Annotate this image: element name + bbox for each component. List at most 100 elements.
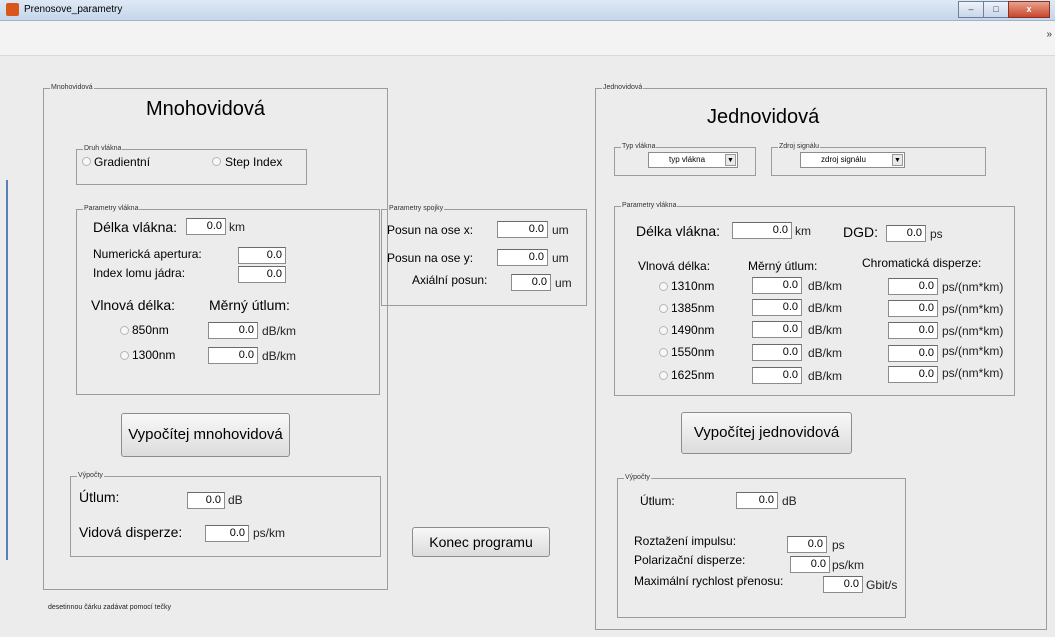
signal-source-legend: Zdroj signálu [778,142,821,152]
singlemode-result-attenuation-unit: dB [782,494,797,508]
dgd-input[interactable]: 0.0 [886,225,926,242]
fiber-type-select[interactable]: typ vlákna ▼ [648,152,738,168]
shift-x-unit: um [552,223,569,237]
polarization-dispersion-output: 0.0 [790,556,830,573]
singlemode-panel-legend: Jednovidová [602,83,644,93]
multimode-result-attenuation-output: 0.0 [187,492,225,509]
attenuation-1385nm-unit: dB/km [808,301,843,315]
axial-shift-input[interactable]: 0.0 [511,274,551,291]
attenuation-1625nm-unit: dB/km [808,369,843,383]
decimal-point-note: desetinnou čárku zadávat pomocí tečky [48,604,171,611]
numerical-aperture-label: Numerická apertura: [93,247,202,261]
singlemode-length-input[interactable]: 0.0 [732,222,792,239]
shift-x-input[interactable]: 0.0 [497,221,548,238]
radio-1385nm[interactable] [659,304,668,313]
max-bitrate-output: 0.0 [823,576,863,593]
radio-1310nm-label: 1310nm [671,279,715,293]
attenuation-1490nm-unit: dB/km [808,323,843,337]
singlemode-fiber-type-legend: Typ vlákna [621,142,657,152]
signal-source-select-value: zdroj signálu [821,155,866,164]
multimode-results-legend: Výpočty [77,471,104,481]
multimode-wavelength-header: Vlnová délka: [91,297,176,313]
dispersion-1310nm-unit: ps/(nm*km) [942,280,1004,294]
multimode-length-input[interactable]: 0.0 [186,218,226,235]
attenuation-1490nm-input[interactable]: 0.0 [752,321,802,338]
radio-1550nm[interactable] [659,348,668,357]
attenuation-1310nm-input[interactable]: 0.0 [752,277,802,294]
attenuation-1550nm-input[interactable]: 0.0 [752,344,802,361]
core-index-input[interactable]: 0.0 [238,266,286,283]
radio-1625nm[interactable] [659,371,668,380]
pulse-spread-output: 0.0 [787,536,827,553]
multimode-length-label: Délka vlákna: [93,219,178,235]
fiber-type-legend: Druh vlákna [83,144,123,154]
singlemode-fiber-params-legend: Parametry vlákna [621,201,678,211]
radio-1310nm[interactable] [659,282,668,291]
dispersion-1490nm-unit: ps/(nm*km) [942,324,1004,338]
dispersion-1490nm-input[interactable]: 0.0 [888,322,938,339]
multimode-result-attenuation-label: Útlum: [79,489,120,505]
fiber-type-chevron-down-icon[interactable]: ▼ [725,154,736,166]
menu-overflow-arrow-icon[interactable]: » [1046,29,1052,40]
attenuation-1625nm-input[interactable]: 0.0 [752,367,802,384]
chromatic-dispersion-header: Chromatická disperze: [862,256,982,270]
singlemode-attenuation-header: Měrný útlum: [748,259,818,273]
singlemode-length-label: Délka vlákna: [636,223,721,239]
shift-x-label: Posun na ose x: [387,223,474,237]
multimode-result-attenuation-unit: dB [228,493,243,507]
exit-program-button[interactable]: Konec programu [412,527,550,557]
signal-source-chevron-down-icon[interactable]: ▼ [892,154,903,166]
dgd-unit: ps [930,227,943,241]
multimode-attenuation-header: Měrný útlum: [209,297,290,313]
pulse-spread-label: Roztažení impulsu: [634,534,737,548]
maximize-button[interactable]: □ [983,1,1009,18]
compute-multimode-button[interactable]: Vypočítej mnohovidová [121,413,290,457]
numerical-aperture-input[interactable]: 0.0 [238,247,286,264]
dispersion-1625nm-input[interactable]: 0.0 [888,366,938,383]
attenuation-1300nm-unit: dB/km [262,349,297,363]
dgd-label: DGD: [843,224,878,240]
pulse-spread-unit: ps [832,538,845,552]
radio-step-index-label: Step Index [225,155,283,169]
dispersion-1550nm-input[interactable]: 0.0 [888,345,938,362]
attenuation-1385nm-input[interactable]: 0.0 [752,299,802,316]
attenuation-1310nm-unit: dB/km [808,279,843,293]
dispersion-1310nm-input[interactable]: 0.0 [888,278,938,295]
radio-850nm[interactable] [120,326,129,335]
dispersion-1385nm-input[interactable]: 0.0 [888,300,938,317]
radio-1300nm[interactable] [120,351,129,360]
radio-1625nm-label: 1625nm [671,368,715,382]
singlemode-length-unit: km [795,224,811,238]
polarization-dispersion-unit: ps/km [832,558,865,572]
matlab-app-icon [6,3,19,16]
multimode-heading: Mnohovidová [146,98,265,120]
core-index-label: Index lomu jádra: [93,266,186,280]
radio-step-index[interactable] [212,157,221,166]
joint-params-legend: Parametry spojky [388,204,445,214]
max-bitrate-label: Maximální rychlost přenosu: [634,574,784,588]
axial-shift-label: Axiální posun: [412,273,488,287]
shift-y-input[interactable]: 0.0 [497,249,548,266]
attenuation-850nm-input[interactable]: 0.0 [208,322,258,339]
polarization-dispersion-label: Polarizační disperze: [634,553,746,567]
singlemode-heading: Jednovidová [707,106,820,128]
singlemode-result-attenuation-label: Útlum: [640,494,675,508]
radio-gradient[interactable] [82,157,91,166]
attenuation-850nm-unit: dB/km [262,324,297,338]
attenuation-1300nm-input[interactable]: 0.0 [208,347,258,364]
left-edge-accent [6,180,8,560]
shift-y-label: Posun na ose y: [387,251,474,265]
dispersion-1385nm-unit: ps/(nm*km) [942,302,1004,316]
close-button[interactable]: x [1008,1,1050,18]
dispersion-1550nm-unit: ps/(nm*km) [942,344,1004,358]
singlemode-wavelength-header: Vlnová délka: [638,259,711,273]
fiber-type-select-value: typ vlákna [669,155,706,164]
radio-gradient-label: Gradientní [94,155,151,169]
radio-1490nm-label: 1490nm [671,323,715,337]
radio-1490nm[interactable] [659,326,668,335]
compute-singlemode-button[interactable]: Vypočítej jednovidová [681,412,852,454]
shift-y-unit: um [552,251,569,265]
modal-dispersion-unit: ps/km [253,526,286,540]
minimize-button[interactable]: – [958,1,984,18]
signal-source-select[interactable]: zdroj signálu ▼ [800,152,905,168]
